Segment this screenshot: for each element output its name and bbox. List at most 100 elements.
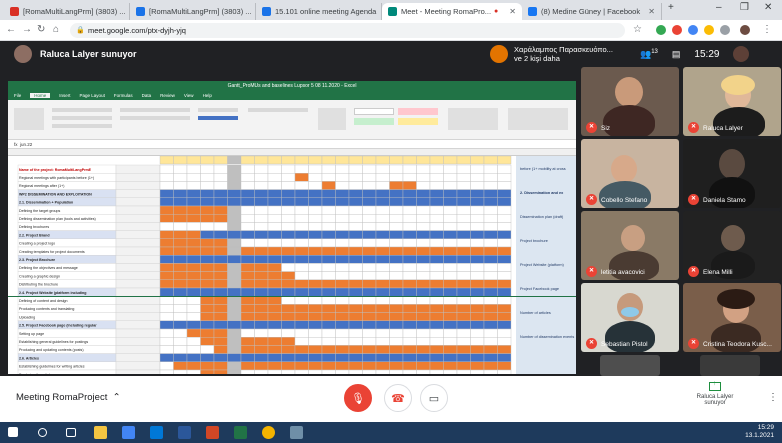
excel-menu-item[interactable]: Page Layout (80, 93, 105, 98)
gantt-cell (429, 295, 444, 305)
month-header (483, 155, 498, 165)
excel-menu-item[interactable]: Review (160, 93, 175, 98)
gantt-cell (497, 287, 512, 297)
gantt-cell (294, 238, 309, 248)
gantt-cell (227, 287, 242, 297)
file-explorer-icon[interactable] (94, 426, 107, 439)
profile-avatar[interactable] (740, 25, 750, 35)
edge-icon[interactable] (150, 426, 163, 439)
gantt-cell (227, 222, 242, 231)
chat-icon[interactable]: ▤ (672, 49, 681, 60)
excel-menu-item[interactable]: Insert (59, 93, 70, 98)
close-window-icon[interactable]: ✕ (764, 2, 772, 13)
gantt-cell (416, 238, 431, 248)
gantt-cell (456, 271, 471, 280)
home-icon[interactable]: ⌂ (53, 24, 59, 35)
excel-menu-item[interactable]: Home (30, 93, 51, 98)
forward-icon[interactable]: → (22, 24, 32, 35)
participant-tile[interactable] (700, 355, 760, 376)
search-icon[interactable] (38, 428, 47, 437)
month-header (348, 155, 363, 165)
extension-icon[interactable] (656, 25, 666, 35)
participant-tile[interactable]: ✕ Cristina Teodora Kusc... (683, 283, 781, 352)
more-options-icon[interactable]: ⋮ (768, 392, 778, 403)
extension-icon[interactable] (704, 25, 714, 35)
participant-tile[interactable]: ✕ Daniela Stamo (683, 139, 781, 208)
gantt-cell (402, 173, 417, 182)
people-icon[interactable]: 👥13 (640, 49, 658, 60)
gantt-cell (429, 345, 444, 354)
windows-start-icon[interactable] (8, 427, 18, 437)
powerpoint-icon[interactable] (206, 426, 219, 439)
gantt-cell (443, 328, 458, 338)
gantt-cell (348, 189, 363, 198)
empty-cell (115, 345, 161, 354)
gantt-cell (294, 287, 309, 297)
excel-formula-bar[interactable]: fx jun.22 (8, 140, 576, 149)
present-now-button[interactable]: ↑ Raluca Lalyer sunuyor (690, 381, 740, 406)
address-bar[interactable]: 🔒 meet.google.com/ptx-dyjh-yjq (70, 23, 625, 38)
app-icon[interactable] (290, 426, 303, 439)
excel-menu-item[interactable]: View (184, 93, 194, 98)
gantt-cell (294, 320, 309, 330)
participant-tile[interactable]: ✕ letitia avacovici (581, 211, 679, 280)
leave-call-button[interactable]: ☎ (384, 384, 412, 412)
gantt-cell (497, 181, 512, 190)
gantt-cell (375, 205, 390, 215)
app-icon[interactable] (122, 426, 135, 439)
gantt-cell (416, 181, 431, 190)
word-icon[interactable] (178, 426, 191, 439)
meeting-details[interactable]: Meeting RomaProject ⌃ (16, 392, 121, 403)
gantt-cell (281, 361, 296, 371)
star-icon[interactable]: ☆ (633, 24, 642, 35)
extension-icon[interactable] (672, 25, 682, 35)
self-avatar[interactable] (733, 46, 750, 62)
browser-tab[interactable]: [RomaMultiLangPrm] (3803) ...✕ (4, 3, 130, 20)
gantt-cell (483, 328, 498, 338)
gantt-cell (402, 287, 417, 297)
participant-tile[interactable]: ✕ Siz (581, 67, 679, 136)
gantt-cell (308, 222, 323, 231)
gantt-cell (267, 345, 282, 354)
participant-tile[interactable] (600, 355, 660, 376)
gantt-cell (429, 369, 444, 374)
close-tab-icon[interactable]: ✕ (505, 7, 516, 16)
gantt-cell (483, 345, 498, 354)
gantt-cell (173, 205, 188, 215)
excel-menu-item[interactable]: Formulas (114, 93, 133, 98)
extension-icon[interactable] (688, 25, 698, 35)
gantt-cell (200, 271, 215, 280)
participant-tile[interactable]: ✕ Raluca Lalyer (683, 67, 781, 136)
chrome-icon[interactable] (262, 426, 275, 439)
new-tab-icon[interactable]: + (668, 2, 674, 13)
gantt-cell (443, 214, 458, 223)
browser-tab-active[interactable]: Meet - Meeting RomaPro... ● ✕ (382, 3, 522, 20)
task-view-icon[interactable] (66, 428, 76, 437)
excel-menu-item[interactable]: Data (142, 93, 152, 98)
maximize-icon[interactable]: ❐ (740, 2, 749, 13)
browser-tab[interactable]: 15.101 online meeting Agenda✕ (256, 3, 382, 20)
excel-menu-item[interactable]: Help (203, 93, 212, 98)
participant-tile[interactable]: ✕ Cobello Stefano (581, 139, 679, 208)
menu-icon[interactable]: ⋮ (762, 24, 772, 35)
browser-tab[interactable]: (8) Medine Güney | Facebook ✕ (522, 3, 662, 20)
gantt-cell (335, 222, 350, 231)
close-tab-icon[interactable]: ✕ (644, 7, 655, 16)
browser-tab[interactable]: [RomaMultiLangPrm] (3803) ...✕ (130, 3, 256, 20)
gantt-cell (240, 173, 255, 182)
excel-sheet-grid[interactable]: Name of the project: RomaMultiLangPrmE Re… (8, 155, 576, 374)
gantt-cell (213, 328, 228, 338)
row-label: Defining brochures (19, 225, 49, 229)
minimize-icon[interactable]: – (716, 2, 722, 13)
camera-toggle-button[interactable]: ▭ (420, 384, 448, 412)
docs-icon (262, 7, 271, 16)
participant-tile[interactable]: ✕ Sebastian Pistol (581, 283, 679, 352)
microphone-toggle-button[interactable]: 🎙 (344, 384, 372, 412)
participant-tile[interactable]: ✕ Elena Milli (683, 211, 781, 280)
reload-icon[interactable]: ↻ (37, 24, 45, 35)
excel-icon[interactable] (234, 426, 247, 439)
back-icon[interactable]: ← (6, 24, 16, 35)
gantt-cell (240, 312, 255, 322)
excel-menu-item[interactable]: File (14, 93, 21, 98)
extensions-puzzle-icon[interactable] (720, 25, 730, 35)
